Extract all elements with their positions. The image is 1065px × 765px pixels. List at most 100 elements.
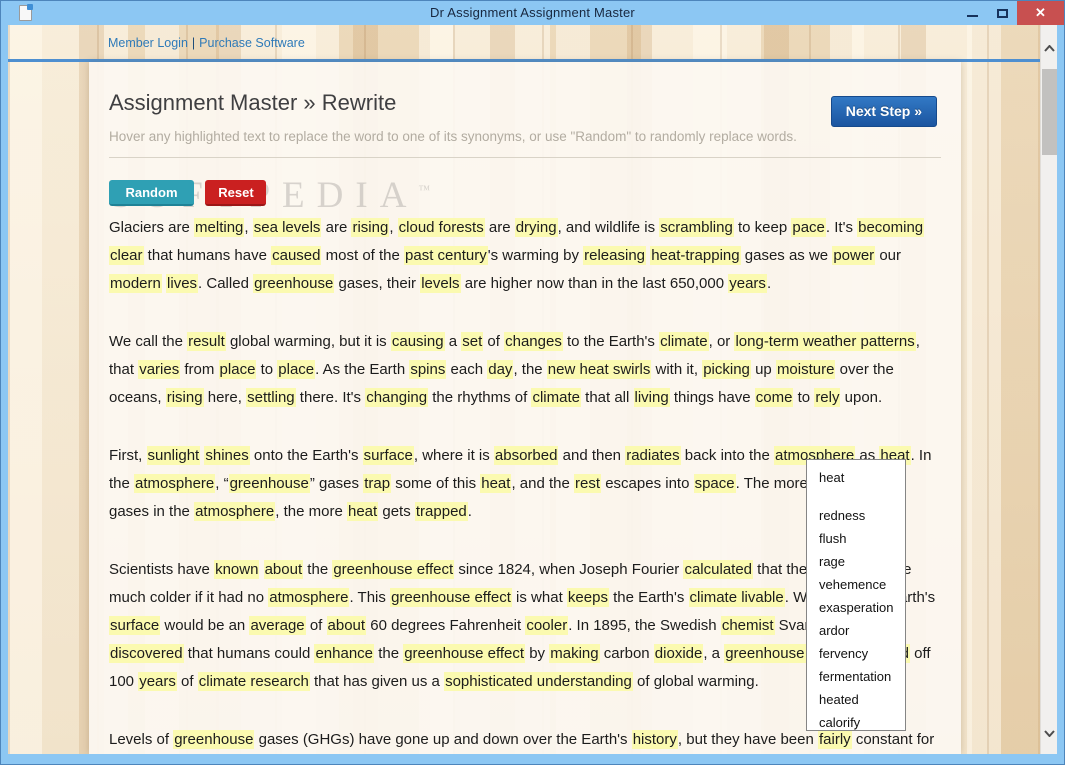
highlighted-word[interactable]: enhance <box>314 644 375 663</box>
synonym-option[interactable]: exasperation <box>807 596 905 619</box>
random-button[interactable]: Random <box>109 180 194 206</box>
highlighted-word[interactable]: lives <box>166 274 199 293</box>
highlighted-word[interactable]: releasing <box>583 246 647 265</box>
highlighted-word[interactable]: greenhouse effect <box>403 644 526 663</box>
highlighted-word[interactable]: rising <box>351 218 390 237</box>
highlighted-word[interactable]: climate research <box>197 672 310 691</box>
highlighted-word[interactable]: drying <box>514 218 558 237</box>
highlighted-word[interactable]: known <box>214 560 260 579</box>
highlighted-word[interactable]: surface <box>362 446 414 465</box>
next-step-button[interactable]: Next Step » <box>830 96 937 127</box>
highlighted-word[interactable]: about <box>263 560 304 579</box>
highlighted-word[interactable]: calculated <box>683 560 754 579</box>
highlighted-word[interactable]: rely <box>814 388 841 407</box>
highlighted-word[interactable]: cooler <box>525 616 569 635</box>
highlighted-word[interactable]: climate <box>531 388 581 407</box>
highlighted-word[interactable]: day <box>487 360 514 379</box>
highlighted-word[interactable]: clear <box>109 246 144 265</box>
highlighted-word[interactable]: cloud forests <box>397 218 485 237</box>
highlighted-word[interactable]: varies <box>138 360 181 379</box>
scrollbar-thumb[interactable] <box>1042 69 1057 155</box>
highlighted-word[interactable]: atmosphere <box>134 474 216 493</box>
highlighted-word[interactable]: trapped <box>414 502 468 521</box>
highlighted-word[interactable]: becoming <box>857 218 925 237</box>
highlighted-word[interactable]: chemist <box>720 616 775 635</box>
highlighted-word[interactable]: absorbed <box>493 446 559 465</box>
synonym-option[interactable]: redness <box>807 504 905 527</box>
highlighted-word[interactable]: greenhouse <box>253 274 335 293</box>
highlighted-word[interactable]: greenhouse effect <box>332 560 455 579</box>
scroll-up-button[interactable] <box>1041 37 1057 59</box>
highlighted-word[interactable]: set <box>461 332 484 351</box>
highlighted-word[interactable]: fairly <box>818 730 852 749</box>
highlighted-word[interactable]: result <box>187 332 226 351</box>
highlighted-word[interactable]: modern <box>109 274 162 293</box>
highlighted-word[interactable]: new heat swirls <box>546 360 652 379</box>
purchase-software-link[interactable]: Purchase Software <box>199 36 305 50</box>
highlighted-word[interactable]: climate <box>659 332 709 351</box>
highlighted-word[interactable]: making <box>549 644 600 663</box>
highlighted-word[interactable]: dioxide <box>653 644 704 663</box>
close-button[interactable]: ✕ <box>1017 1 1064 25</box>
highlighted-word[interactable]: picking <box>702 360 751 379</box>
highlighted-word[interactable]: heat-trapping <box>650 246 741 265</box>
highlighted-word[interactable]: keeps <box>566 588 609 607</box>
highlighted-word[interactable]: place <box>218 360 257 379</box>
synonym-option[interactable]: heated <box>807 688 905 711</box>
highlighted-word[interactable]: past century <box>404 246 488 265</box>
highlighted-word[interactable]: causing <box>390 332 445 351</box>
highlighted-word[interactable]: heat <box>480 474 512 493</box>
synonym-option[interactable]: ardor <box>807 619 905 642</box>
highlighted-word[interactable]: shines <box>204 446 250 465</box>
highlighted-word[interactable]: long-term weather patterns <box>734 332 916 351</box>
highlighted-word[interactable]: greenhouse <box>173 730 255 749</box>
highlighted-word[interactable]: sea levels <box>252 218 322 237</box>
highlighted-word[interactable]: climate livable <box>688 588 785 607</box>
scroll-down-button[interactable] <box>1041 722 1057 744</box>
highlighted-word[interactable]: pace <box>791 218 826 237</box>
highlighted-word[interactable]: radiates <box>625 446 681 465</box>
synonym-option[interactable]: rage <box>807 550 905 573</box>
highlighted-word[interactable]: rising <box>165 388 204 407</box>
highlighted-word[interactable]: trap <box>363 474 392 493</box>
highlighted-word[interactable]: atmosphere <box>268 588 350 607</box>
maximize-button[interactable] <box>987 1 1017 25</box>
highlighted-word[interactable]: surface <box>109 616 161 635</box>
synonym-option[interactable]: flush <box>807 527 905 550</box>
synonym-option[interactable]: fervency <box>807 642 905 665</box>
vertical-scrollbar[interactable] <box>1040 25 1057 754</box>
highlighted-word[interactable]: sunlight <box>146 446 201 465</box>
highlighted-word[interactable]: melting <box>194 218 245 237</box>
highlighted-word[interactable]: atmosphere <box>194 502 276 521</box>
highlighted-word[interactable]: spins <box>409 360 447 379</box>
highlighted-word[interactable]: living <box>633 388 670 407</box>
reset-button[interactable]: Reset <box>205 180 267 206</box>
highlighted-word[interactable]: heat <box>346 502 379 521</box>
highlighted-word[interactable]: years <box>728 274 767 293</box>
minimize-button[interactable] <box>957 1 987 25</box>
highlighted-word[interactable]: discovered <box>109 644 184 663</box>
synonym-option[interactable]: calorify <box>807 711 905 730</box>
highlighted-word[interactable]: greenhouse <box>228 474 310 493</box>
highlighted-word[interactable]: scrambling <box>659 218 734 237</box>
highlighted-word[interactable]: come <box>754 388 794 407</box>
synonym-option[interactable]: fermentation <box>807 665 905 688</box>
highlighted-word[interactable]: settling <box>246 388 296 407</box>
highlighted-word[interactable]: levels <box>420 274 461 293</box>
highlighted-word[interactable]: average <box>249 616 306 635</box>
member-login-link[interactable]: Member Login <box>108 36 188 50</box>
highlighted-word[interactable]: about <box>326 616 367 635</box>
highlighted-word[interactable]: greenhouse effect <box>390 588 512 607</box>
highlighted-word[interactable]: changes <box>504 332 563 351</box>
highlighted-word[interactable]: changing <box>365 388 429 407</box>
highlighted-word[interactable]: rest <box>574 474 602 493</box>
highlighted-word[interactable]: years <box>138 672 177 691</box>
synonym-option[interactable]: vehemence <box>807 573 905 596</box>
highlighted-word[interactable]: caused <box>271 246 322 265</box>
highlighted-word[interactable]: sophisticated understanding <box>444 672 633 691</box>
highlighted-word[interactable]: moisture <box>775 360 836 379</box>
highlighted-word[interactable]: power <box>832 246 876 265</box>
synonym-current-word[interactable]: heat <box>807 460 905 504</box>
highlighted-word[interactable]: space <box>693 474 736 493</box>
highlighted-word[interactable]: place <box>277 360 316 379</box>
